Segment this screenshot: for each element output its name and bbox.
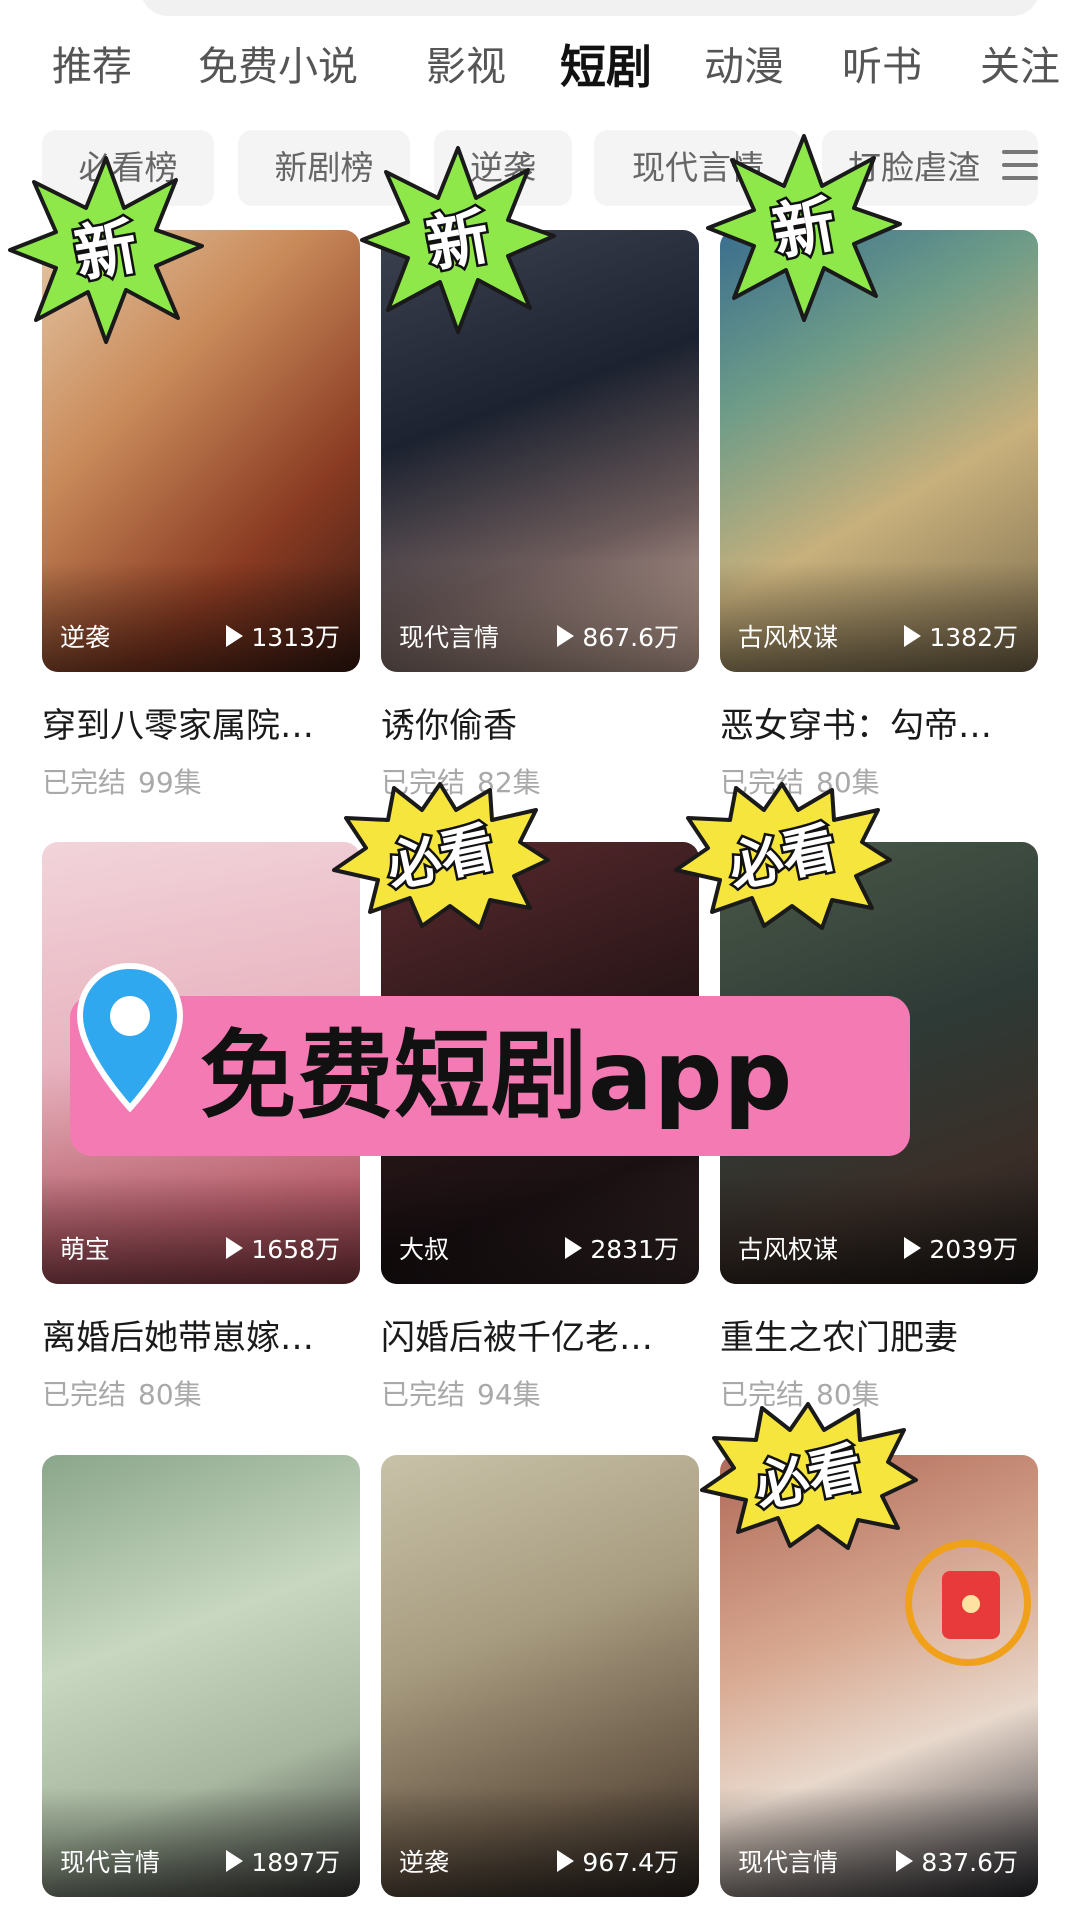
drama-title[interactable]: 离婚后她带崽嫁… (42, 1310, 360, 1359)
play-icon (226, 1237, 244, 1259)
genre-label: 大叔 (399, 1235, 450, 1264)
play-icon (226, 625, 244, 647)
play-icon (557, 625, 575, 647)
play-icon (557, 1850, 575, 1872)
view-count: 2039万 (904, 1230, 1018, 1266)
view-count: 837.6万 (896, 1843, 1018, 1879)
must-watch-badge: 必看 (332, 782, 550, 930)
svg-text:新: 新 (767, 187, 841, 270)
genre-label: 古风权谋 (738, 1235, 839, 1264)
view-count: 1658万 (226, 1230, 340, 1266)
new-badge: 新 (360, 146, 556, 334)
promo-banner: 免费短剧app (70, 996, 910, 1156)
view-count: 2831万 (565, 1230, 679, 1266)
genre-label: 萌宝 (60, 1235, 111, 1264)
drama-meta: 已完结 80集 (42, 1378, 202, 1411)
drama-title[interactable]: 重生之农门肥妻 (720, 1310, 1038, 1359)
genre-label: 现代言情 (60, 1848, 161, 1877)
red-packet-button[interactable] (905, 1540, 1031, 1666)
view-count: 1313万 (226, 618, 340, 654)
view-count: 967.4万 (557, 1843, 679, 1879)
new-badge: 新 (8, 156, 204, 344)
play-icon (904, 625, 922, 647)
drama-poster[interactable]: 逆袭 967.4万 (381, 1455, 699, 1897)
drama-poster[interactable]: 现代言情 1897万 (42, 1455, 360, 1897)
genre-label: 现代言情 (399, 623, 500, 652)
tab-free-novels[interactable]: 免费小说 (198, 34, 358, 100)
play-icon (565, 1237, 583, 1259)
drama-card[interactable]: 逆袭 967.4万 (381, 1455, 699, 1897)
search-bar[interactable] (140, 0, 1040, 16)
drama-title[interactable]: 闪婚后被千亿老… (381, 1310, 699, 1359)
tab-recommend[interactable]: 推荐 (52, 34, 132, 100)
tab-following[interactable]: 关注 (980, 34, 1060, 100)
drama-title[interactable]: 穿到八零家属院… (42, 698, 360, 747)
play-icon (904, 1237, 922, 1259)
view-count: 1382万 (904, 618, 1018, 654)
genre-label: 逆袭 (60, 623, 111, 652)
play-icon (226, 1850, 244, 1872)
play-icon (896, 1850, 914, 1872)
tab-anime[interactable]: 动漫 (704, 34, 784, 100)
category-tabs: 推荐 免费小说 影视 短剧 动漫 听书 关注 (0, 34, 1080, 100)
tab-film-tv[interactable]: 影视 (426, 34, 506, 100)
drama-meta: 已完结 94集 (381, 1378, 541, 1411)
red-envelope-icon (942, 1571, 1000, 1639)
drama-title[interactable]: 恶女穿书：勾帝… (720, 698, 1038, 747)
view-count: 1897万 (226, 1843, 340, 1879)
tab-short-drama[interactable]: 短剧 (560, 34, 652, 100)
must-watch-badge: 必看 (700, 1402, 918, 1550)
tab-audiobooks[interactable]: 听书 (842, 34, 922, 100)
drama-card[interactable]: 现代言情 1897万 (42, 1455, 360, 1897)
drama-meta: 已完结 99集 (42, 766, 202, 799)
location-pin-icon (76, 962, 184, 1112)
svg-text:新: 新 (69, 209, 143, 292)
must-watch-badge: 必看 (674, 782, 892, 930)
genre-label: 古风权谋 (738, 623, 839, 652)
genre-label: 逆袭 (399, 1848, 450, 1877)
view-count: 867.6万 (557, 618, 679, 654)
genre-label: 现代言情 (738, 1848, 839, 1877)
drama-title[interactable]: 诱你偷香 (381, 698, 699, 747)
promo-text: 免费短剧app (200, 1020, 794, 1132)
menu-icon[interactable] (1002, 150, 1038, 182)
new-badge: 新 (706, 134, 902, 322)
svg-text:新: 新 (421, 199, 495, 282)
